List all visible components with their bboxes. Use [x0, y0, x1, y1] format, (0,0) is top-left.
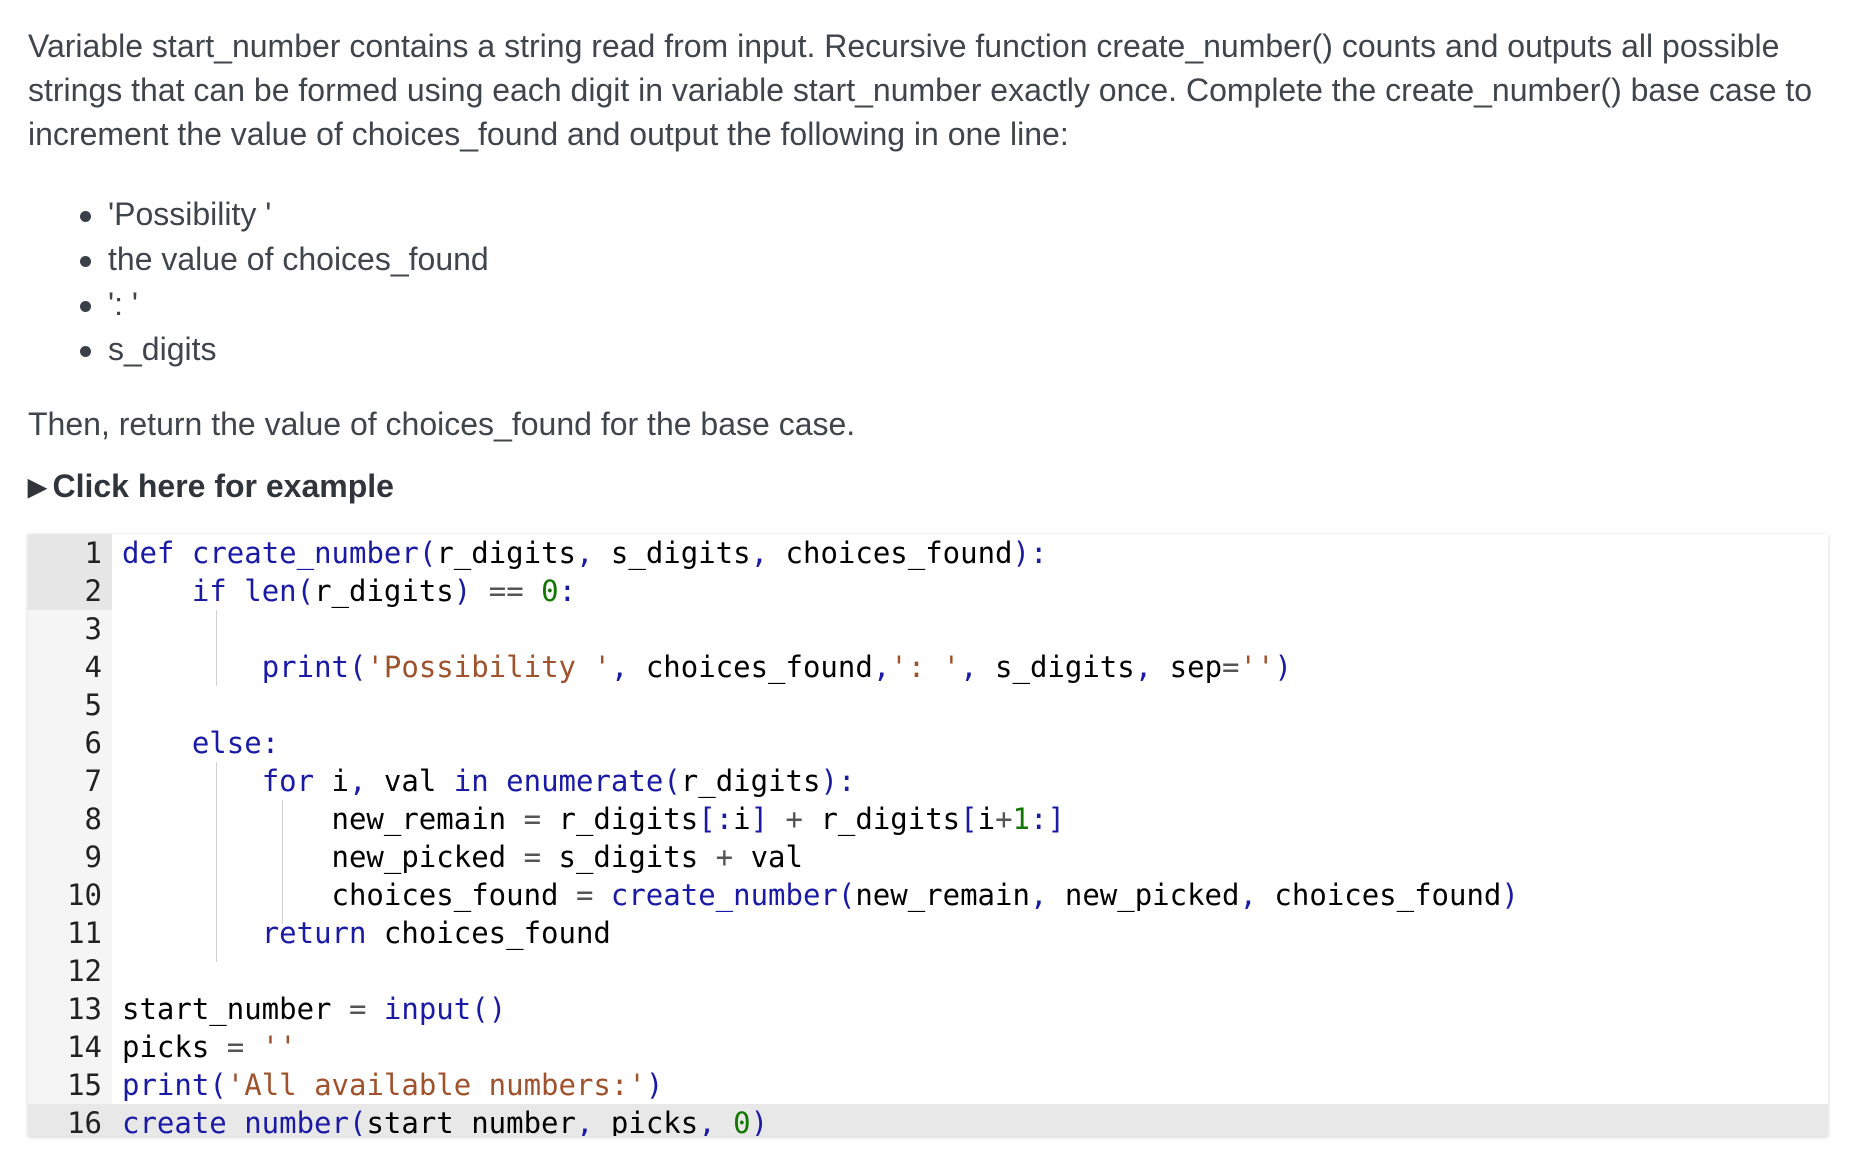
- code-text[interactable]: start_number = input(): [122, 990, 506, 1028]
- code-line[interactable]: 15 print('All available numbers:'): [28, 1066, 1828, 1104]
- code-text[interactable]: print('Possibility ', choices_found,': '…: [122, 648, 1292, 686]
- required-output-list: 'Possibility ' the value of choices_foun…: [80, 192, 489, 372]
- line-number: 8: [84, 802, 102, 836]
- example-toggle[interactable]: ▶ Click here for example: [28, 468, 394, 505]
- list-item: the value of choices_found: [80, 237, 489, 282]
- line-number: 9: [84, 840, 102, 874]
- list-item: 'Possibility ': [80, 192, 489, 237]
- code-text[interactable]: else:: [122, 724, 279, 762]
- code-text[interactable]: choices_found = create_number(new_remain…: [122, 876, 1519, 914]
- triangle-right-icon: ▶: [28, 474, 47, 501]
- line-number: 10: [67, 878, 102, 912]
- line-number: 14: [67, 1030, 102, 1064]
- code-line[interactable]: 9 new_picked = s_digits + val: [28, 838, 1828, 876]
- code-line[interactable]: 10 choices_found = create_number(new_rem…: [28, 876, 1828, 914]
- line-number: 16: [67, 1106, 102, 1136]
- code-line[interactable]: 1 def create_number(r_digits, s_digits, c…: [28, 534, 1828, 572]
- code-text[interactable]: def create_number(r_digits, s_digits, ch…: [122, 534, 1047, 572]
- code-line[interactable]: 6 else:: [28, 724, 1828, 762]
- line-number: 6: [84, 726, 102, 760]
- line-number: 15: [67, 1068, 102, 1102]
- line-number: 11: [67, 916, 102, 950]
- code-line[interactable]: 13 start_number = input(): [28, 990, 1828, 1028]
- code-text[interactable]: return choices_found: [122, 914, 611, 952]
- code-text[interactable]: new_picked = s_digits + val: [122, 838, 803, 876]
- line-number: 1: [28, 534, 112, 572]
- code-text[interactable]: picks = '': [122, 1028, 297, 1066]
- line-number: 4: [84, 650, 102, 684]
- instructions-followup: Then, return the value of choices_found …: [28, 406, 856, 442]
- code-line[interactable]: 14 picks = '': [28, 1028, 1828, 1066]
- line-number: 7: [84, 764, 102, 798]
- code-text[interactable]: for i, val in enumerate(r_digits):: [122, 762, 856, 800]
- example-toggle-label: Click here for example: [52, 468, 394, 504]
- code-line[interactable]: 3: [28, 610, 1828, 648]
- instructions-paragraph: Variable start_number contains a string …: [28, 28, 1813, 152]
- instructions: Variable start_number contains a string …: [28, 24, 1818, 156]
- code-line[interactable]: 8 new_remain = r_digits[:i] + r_digits[i…: [28, 800, 1828, 838]
- code-lines[interactable]: 1 def create_number(r_digits, s_digits, c…: [28, 534, 1828, 1136]
- code-line[interactable]: 4 print('Possibility ', choices_found,':…: [28, 648, 1828, 686]
- code-line[interactable]: 16 create_number(start_number, picks, 0): [28, 1104, 1828, 1136]
- line-number: 3: [84, 612, 102, 646]
- code-text[interactable]: print('All available numbers:'): [122, 1066, 663, 1104]
- line-number: 5: [84, 688, 102, 722]
- code-line[interactable]: 5: [28, 686, 1828, 724]
- code-text[interactable]: if len(r_digits) == 0:: [122, 572, 576, 610]
- code-line[interactable]: 12: [28, 952, 1828, 990]
- code-line[interactable]: 2 if len(r_digits) == 0:: [28, 572, 1828, 610]
- line-number: 2: [28, 572, 112, 610]
- code-text[interactable]: new_remain = r_digits[:i] + r_digits[i+1…: [122, 800, 1065, 838]
- line-number: 13: [67, 992, 102, 1026]
- code-line[interactable]: 11 return choices_found: [28, 914, 1828, 952]
- list-item: ': ': [80, 282, 489, 327]
- code-text[interactable]: create_number(start_number, picks, 0): [122, 1104, 768, 1136]
- code-line[interactable]: 7 for i, val in enumerate(r_digits):: [28, 762, 1828, 800]
- list-item: s_digits: [80, 327, 489, 372]
- code-editor[interactable]: 1 def create_number(r_digits, s_digits, c…: [28, 534, 1828, 1136]
- line-number: 12: [67, 954, 102, 988]
